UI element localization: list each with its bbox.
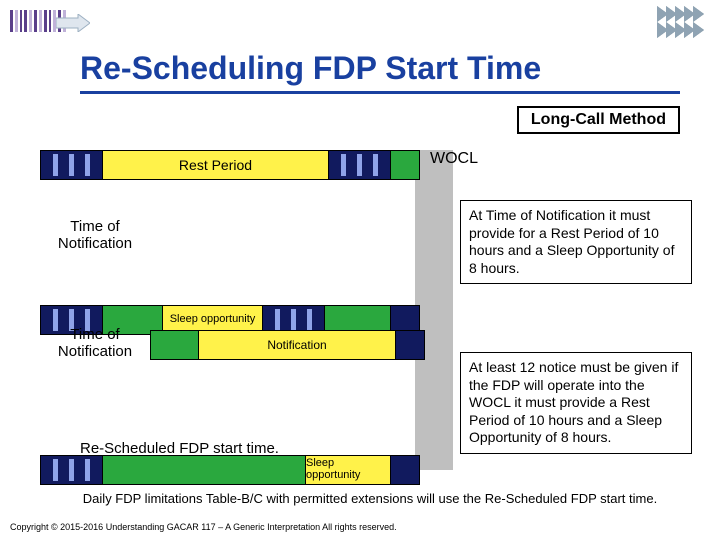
time-of-notification-label-2: Time of Notification bbox=[40, 326, 150, 361]
green-segment bbox=[103, 456, 306, 484]
copyright: Copyright © 2015-2016 Understanding GACA… bbox=[10, 522, 397, 532]
navy-block-icon bbox=[41, 151, 103, 179]
wocl-label: WOCL bbox=[430, 150, 478, 168]
re-scheduled-start-label: Re-Scheduled FDP start time. bbox=[80, 440, 279, 457]
time-of-notification-label-1: Time of Notification bbox=[40, 218, 150, 253]
chevron-stack-icon bbox=[657, 6, 702, 38]
navy-end-icon bbox=[396, 331, 424, 359]
sleep-opportunity-segment: Sleep opportunity bbox=[306, 456, 391, 484]
navy-block-icon bbox=[41, 456, 103, 484]
info-box-1: At Time of Notification it must provide … bbox=[460, 200, 692, 284]
green-segment bbox=[151, 331, 199, 359]
label-text: Time of Notification bbox=[58, 326, 132, 360]
green-end-segment bbox=[391, 151, 419, 179]
navy-end-icon bbox=[391, 456, 419, 484]
rest-period-segment: Rest Period bbox=[103, 151, 329, 179]
footnote: Daily FDP limitations Table-B/C with per… bbox=[60, 491, 680, 506]
method-label-box: Long-Call Method bbox=[517, 106, 680, 134]
arrow-right-icon bbox=[56, 14, 90, 32]
info-box-2: At least 12 notice must be given if the … bbox=[460, 352, 692, 454]
label-text: Time of Notification bbox=[58, 218, 132, 252]
timeline-row-notification: Notification bbox=[150, 330, 425, 360]
timeline-row-sleep-opportunity-2: Sleep opportunity bbox=[40, 455, 420, 485]
page-title: Re-Scheduling FDP Start Time bbox=[80, 50, 680, 94]
timeline-row-rest-period: Rest Period bbox=[40, 150, 420, 180]
wocl-column bbox=[415, 150, 453, 470]
notification-segment: Notification bbox=[199, 331, 396, 359]
navy-block-icon bbox=[329, 151, 391, 179]
